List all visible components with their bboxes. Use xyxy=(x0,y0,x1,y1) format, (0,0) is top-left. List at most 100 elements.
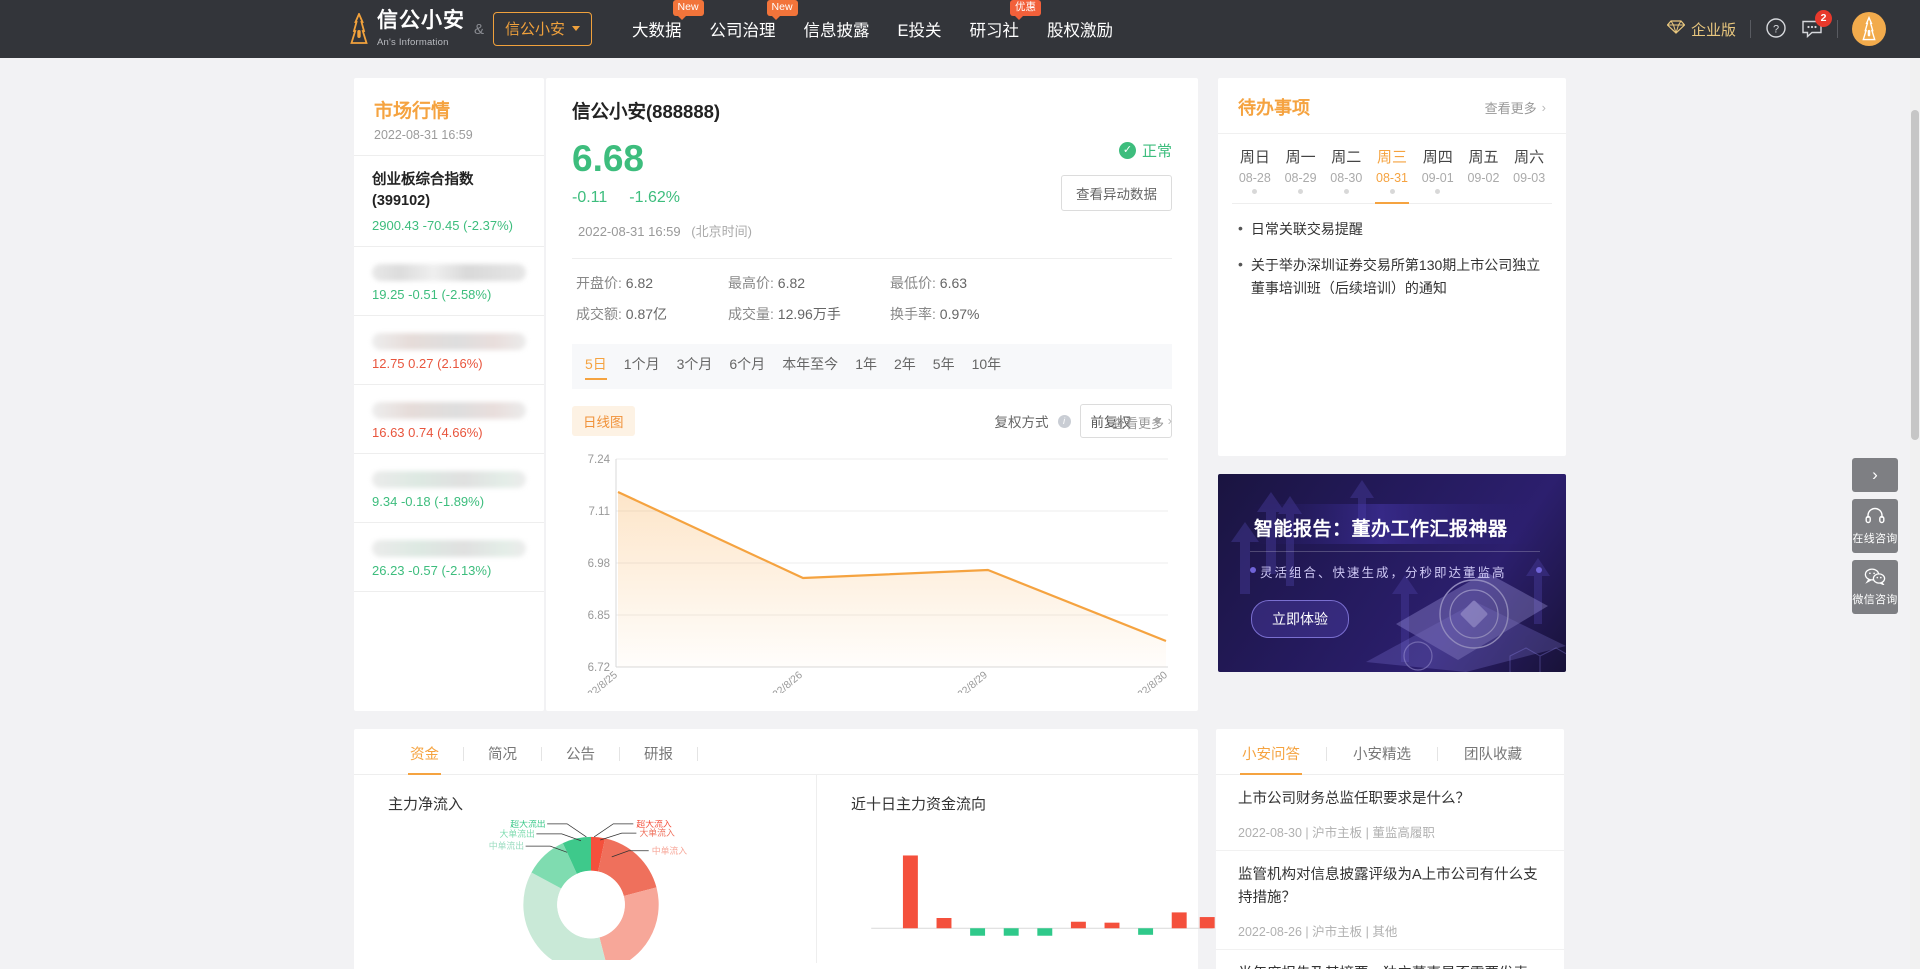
masked-name xyxy=(372,264,526,282)
market-row[interactable]: 19.25 -0.51 (-2.58%) xyxy=(354,247,544,317)
dock-online-consult-button[interactable]: 在线咨询 xyxy=(1852,499,1898,553)
market-row[interactable]: 26.23 -0.57 (-2.13%) xyxy=(354,523,544,593)
tab-funds[interactable]: 资金 xyxy=(386,743,463,775)
promo-banner[interactable]: 智能报告：董办工作汇报神器 灵活组合、快速生成，分秒即达董监高 立即体验 xyxy=(1218,474,1566,672)
period-5d[interactable]: 5日 xyxy=(585,354,607,380)
promo-cta-button[interactable]: 立即体验 xyxy=(1251,600,1349,638)
todo-more-link[interactable]: 查看更多 › xyxy=(1485,98,1546,117)
ten-day-fund-flow-bar-chart[interactable] xyxy=(851,820,1233,960)
week-day-thu[interactable]: 周四 09-01 xyxy=(1415,146,1461,203)
chart-type-chip[interactable]: 日线图 xyxy=(572,406,635,436)
messages-icon[interactable]: 2 xyxy=(1801,9,1832,41)
week-day-wed[interactable]: 周三 08-31 xyxy=(1369,146,1415,204)
chevron-right-icon: › xyxy=(1541,99,1546,115)
period-1y[interactable]: 1年 xyxy=(855,354,877,380)
period-2y[interactable]: 2年 xyxy=(894,354,916,380)
week-day-label: 周二 xyxy=(1331,149,1362,166)
todo-item[interactable]: • 关于举办深圳证券交易所第130期上市公司独立董事培训班（后续培训）的通知 xyxy=(1238,254,1546,299)
chevron-right-icon: › xyxy=(1167,413,1172,428)
price-chart[interactable]: 7.24 7.11 6.98 6.85 6.72 2022/8/25 2022/… xyxy=(572,413,1172,693)
week-day-sun[interactable]: 周日 08-28 xyxy=(1232,146,1278,203)
left-columns: 市场行情 2022-08-31 16:59 创业板综合指数 (399102) 2… xyxy=(354,78,1198,711)
todo-item-text: 日常关联交易提醒 xyxy=(1250,221,1363,237)
week-day-sat[interactable]: 周六 09-03 xyxy=(1506,146,1552,203)
svg-text:?: ? xyxy=(1773,23,1779,35)
tab-announcements[interactable]: 公告 xyxy=(542,743,619,774)
tab-qa[interactable]: 小安问答 xyxy=(1238,743,1326,775)
week-day-tue[interactable]: 周二 08-30 xyxy=(1323,146,1369,203)
logo[interactable]: 信公小安 An's Information xyxy=(348,9,465,48)
stat-volume: 成交量: 12.96万手 xyxy=(728,304,890,324)
market-row-pct: (-2.13%) xyxy=(441,563,492,579)
market-row-values: 9.34 -0.18 (-1.89%) xyxy=(372,494,526,509)
dock-expand-button[interactable]: › xyxy=(1852,458,1898,492)
wechat-icon xyxy=(1864,567,1886,588)
nav-item-einvestor[interactable]: E投关 xyxy=(898,13,942,45)
stock-change-pct: -1.62% xyxy=(629,189,680,206)
stat-turnover-rate: 换手率: 0.97% xyxy=(890,304,1172,324)
market-row-pct: (4.66%) xyxy=(437,425,483,441)
period-6m[interactable]: 6个月 xyxy=(729,354,765,380)
donut-label: 大单流入 xyxy=(639,827,674,838)
market-row[interactable]: 16.63 0.74 (4.66%) xyxy=(354,385,544,455)
y-tick: 7.24 xyxy=(588,454,611,466)
page-body: 市场行情 2022-08-31 16:59 创业板综合指数 (399102) 2… xyxy=(0,58,1920,969)
qa-item[interactable]: 监管机构对信息披露评级为A上市公司有什么支持措施？ 2022-08-26 | 沪… xyxy=(1216,851,1564,951)
nav-badge-sale: 优惠 xyxy=(1010,0,1042,21)
tab-profile[interactable]: 简况 xyxy=(464,743,541,774)
market-row[interactable]: 9.34 -0.18 (-1.89%) xyxy=(354,454,544,524)
stock-more-link[interactable]: 查看更多 xyxy=(1112,413,1164,432)
scrollbar-track[interactable] xyxy=(1910,58,1920,969)
period-ytd[interactable]: 本年至今 xyxy=(782,354,838,380)
view-anomaly-button[interactable]: 查看异动数据 xyxy=(1061,175,1172,211)
nav-badge-new: New xyxy=(766,0,798,21)
market-row-change: -0.57 xyxy=(408,563,438,579)
week-date-label: 09-03 xyxy=(1513,171,1546,185)
period-5y[interactable]: 5年 xyxy=(933,354,955,380)
avatar[interactable] xyxy=(1852,12,1886,46)
market-row-change: -0.51 xyxy=(408,287,438,303)
enterprise-version-button[interactable]: 企业版 xyxy=(1666,19,1736,40)
brand-selector[interactable]: 信公小安 xyxy=(493,12,593,46)
period-3m[interactable]: 3个月 xyxy=(677,354,713,380)
nav-item-academy[interactable]: 研习社 优惠 xyxy=(969,0,1042,45)
week-date-label: 08-31 xyxy=(1376,171,1408,185)
week-date-label: 08-29 xyxy=(1284,171,1317,185)
y-tick: 6.85 xyxy=(588,610,610,622)
stat-value: 12.96万手 xyxy=(777,306,841,322)
tab-featured[interactable]: 小安精选 xyxy=(1327,743,1437,774)
todo-item[interactable]: • 日常关联交易提醒 xyxy=(1238,218,1546,240)
week-day-fri[interactable]: 周五 09-02 xyxy=(1461,146,1507,203)
nav-item-equity-incentive[interactable]: 股权激励 xyxy=(1047,13,1113,45)
week-day-mon[interactable]: 周一 08-29 xyxy=(1278,146,1324,203)
period-selector: 5日 1个月 3个月 6个月 本年至今 1年 2年 5年 10年 xyxy=(572,344,1172,389)
nav-label: 信息披露 xyxy=(803,22,870,40)
scrollbar-thumb[interactable] xyxy=(1911,110,1919,440)
nav-item-bigdata[interactable]: 大数据 New xyxy=(632,0,704,45)
qa-question: 半年度报告及其摘要，独立董事是否需要发表意见？ xyxy=(1238,963,1542,969)
donut-label: 大单流出 xyxy=(500,828,535,839)
qa-item[interactable]: 上市公司财务总监任职要求是什么？ 2022-08-30 | 沪市主板 | 董监高… xyxy=(1216,775,1564,852)
main-fund-donut-chart[interactable]: 超大流入 大单流入 中单流入 超大流出 大单流出 中单流出 xyxy=(388,818,794,969)
period-10y[interactable]: 10年 xyxy=(972,354,1002,380)
market-row[interactable]: 12.75 0.27 (2.16%) xyxy=(354,316,544,386)
week-date-label: 09-01 xyxy=(1421,171,1454,185)
enterprise-version-label: 企业版 xyxy=(1690,21,1736,39)
tab-research[interactable]: 研报 xyxy=(620,743,697,774)
help-icon[interactable]: ? xyxy=(1765,17,1787,42)
market-row[interactable]: 创业板综合指数 (399102) 2900.43 -70.45 (-2.37%) xyxy=(354,156,544,248)
week-date-label: 08-28 xyxy=(1238,171,1271,185)
period-1m[interactable]: 1个月 xyxy=(624,354,660,380)
nav-item-governance[interactable]: 公司治理 New xyxy=(710,0,798,45)
nav-label: 研习社 xyxy=(969,22,1020,40)
nav-item-disclosure[interactable]: 信息披露 xyxy=(804,13,870,45)
dock-wechat-consult-button[interactable]: 微信咨询 xyxy=(1852,560,1898,614)
x-tick: 2022/8/29 xyxy=(946,669,990,693)
week-day-label: 周五 xyxy=(1468,149,1499,166)
market-row-values: 2900.43 -70.45 (-2.37%) xyxy=(372,218,526,233)
qa-panel: 小安问答 小安精选 团队收藏 上市公司财务总监任职要求是什么？ 2022-08-… xyxy=(1216,729,1564,969)
tab-team-favorites[interactable]: 团队收藏 xyxy=(1438,743,1548,774)
qa-item[interactable]: 半年度报告及其摘要，独立董事是否需要发表意见？ xyxy=(1216,950,1564,969)
info-icon[interactable]: i xyxy=(1057,414,1071,428)
status-badge: ✓ 正常 xyxy=(1118,140,1172,161)
